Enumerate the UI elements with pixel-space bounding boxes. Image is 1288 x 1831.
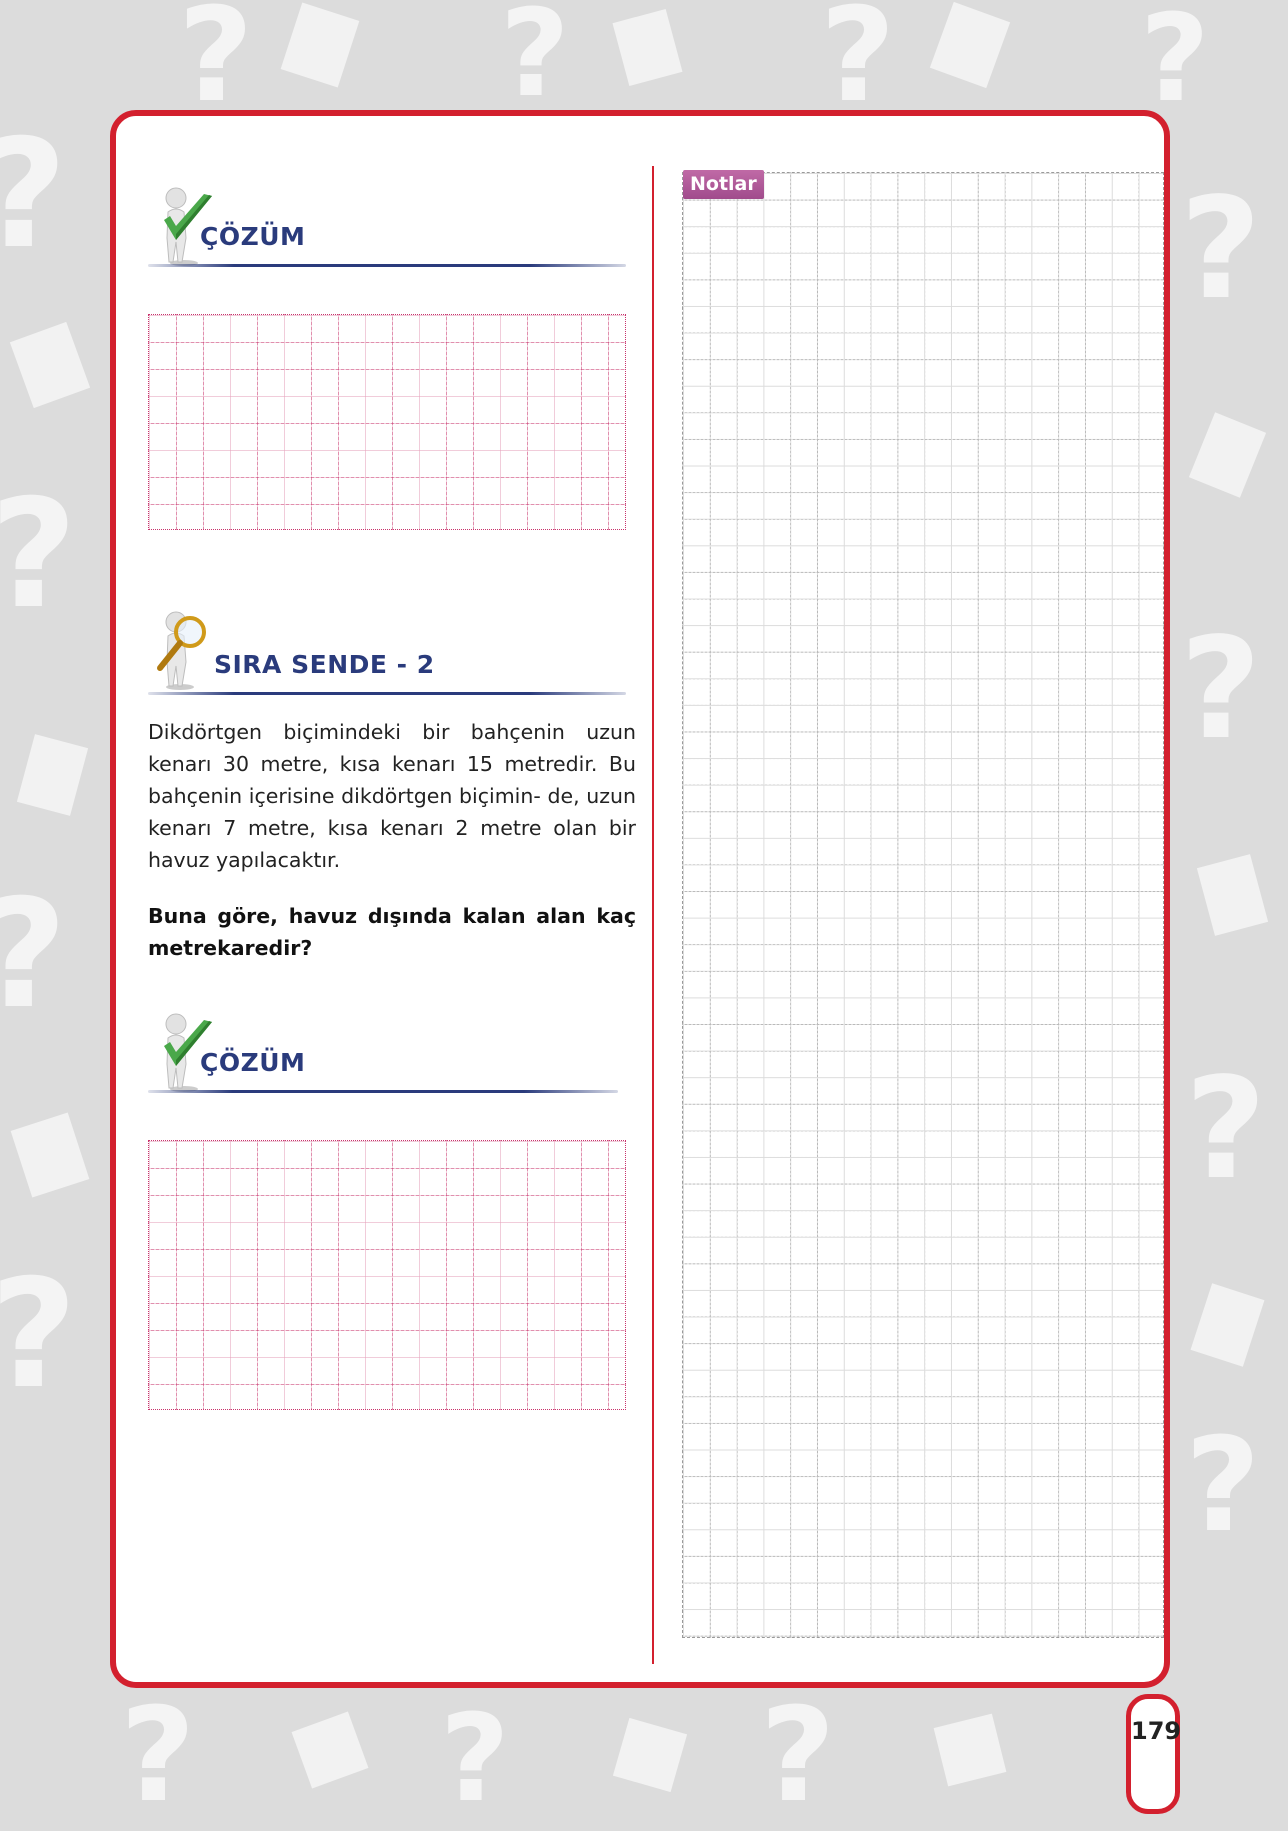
- notes-grid[interactable]: [682, 172, 1164, 1638]
- section-underline: [148, 692, 626, 695]
- solution-header-2: ÇÖZÜM: [148, 1012, 628, 1093]
- problem-text: Dikdörtgen biçimindeki bir bahçenin uzun…: [148, 716, 636, 876]
- notes-label: Notlar: [683, 170, 764, 199]
- section-underline: [148, 264, 626, 267]
- page-card: ÇÖZÜM SIRA SENDE - 2 Dikdörtgen biçimind…: [110, 110, 1170, 1688]
- question-line: Buna göre, havuz dışında kalan alan kaç: [148, 904, 636, 928]
- section-title: SIRA SENDE - 2: [214, 650, 435, 679]
- problem-line: Dikdörtgen biçimindeki bir bahçenin uzun: [148, 720, 636, 744]
- section-underline: [148, 1090, 618, 1093]
- question-text: Buna göre, havuz dışında kalan alan kaç …: [148, 900, 636, 964]
- column-divider: [652, 166, 654, 1664]
- problem-line: kenarı 30 metre, kısa kenarı 15 metredir…: [148, 752, 598, 776]
- figure-magnifier-icon: [157, 611, 206, 690]
- solution-header-1: ÇÖZÜM: [148, 186, 628, 267]
- your-turn-header: SIRA SENDE - 2: [148, 610, 628, 695]
- solution-grid-1[interactable]: [148, 314, 626, 530]
- page-number-tab: 179: [1126, 1694, 1182, 1814]
- question-line: metrekaredir?: [148, 936, 313, 960]
- section-title: ÇÖZÜM: [200, 1048, 306, 1077]
- page-number: 179: [1131, 1717, 1182, 1745]
- section-title: ÇÖZÜM: [200, 222, 306, 251]
- solution-grid-2[interactable]: [148, 1140, 626, 1410]
